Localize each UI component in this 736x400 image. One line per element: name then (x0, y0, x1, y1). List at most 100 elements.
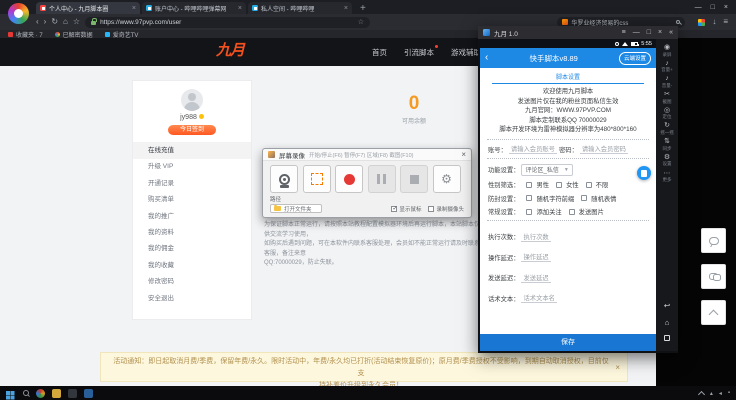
android-home-icon[interactable]: ⌂ (665, 318, 670, 327)
qq-contact-button[interactable] (701, 228, 726, 253)
account-input[interactable]: 请输入会员账号 (508, 144, 557, 155)
script-header: ‹ 快手脚本v8.89 云端设置 (480, 48, 656, 68)
camera-checkbox[interactable]: 录制摄像头 (428, 205, 464, 213)
android-recents-icon[interactable] (663, 335, 670, 341)
menu-item-logout[interactable]: 安全退出 (133, 291, 251, 307)
checkbox-female[interactable] (556, 181, 563, 188)
url-favorite-icon[interactable]: ☆ (358, 18, 364, 26)
menu-item-my-promotion[interactable]: 我的推广 (133, 209, 251, 225)
checkbox-follow[interactable] (526, 208, 533, 215)
back-to-top-button[interactable] (701, 300, 726, 325)
checkbox-male[interactable] (526, 181, 533, 188)
tab1-close-icon[interactable]: × (132, 5, 136, 12)
checkbox-random-emoji[interactable] (581, 195, 588, 202)
open-folder-button[interactable]: 打开文件夹 (270, 204, 322, 213)
app-menu-icon[interactable]: ≡ (622, 29, 626, 36)
menu-item-my-favorites[interactable]: 我的收藏 (133, 258, 251, 274)
search-icon[interactable] (675, 19, 681, 25)
back-arrow-icon[interactable]: ‹ (485, 53, 488, 63)
reload-icon[interactable]: ↻ (51, 18, 58, 26)
cloud-settings-button[interactable]: 云端设置 (618, 51, 651, 65)
recorder-close-icon[interactable]: × (461, 150, 466, 159)
tool-settings[interactable]: ⚙ 设置 (663, 154, 672, 167)
tray-volume-icon[interactable]: ◂ (719, 390, 722, 397)
welcome-line: 欢迎使用九月脚本 (542, 88, 594, 95)
url-text[interactable]: https://www.97pvp.com/user (100, 19, 181, 26)
tool-volume-down[interactable]: ♪ 音量- (662, 75, 673, 88)
tool-more[interactable]: ⋯ 更多 (663, 170, 672, 183)
download-icon[interactable]: ↓ (712, 18, 716, 26)
mouse-checkbox[interactable]: ✓ 显示鼠标 (391, 205, 421, 213)
tray-network-icon[interactable]: ▴ (710, 390, 713, 397)
taskbar-app-icon[interactable] (83, 388, 93, 398)
back-icon[interactable]: ‹ (36, 18, 39, 26)
app-title-bar[interactable]: 九月 1.0 ≡ — □ × « (478, 26, 678, 39)
tool-screenshot[interactable]: ✂ 截图 (663, 91, 672, 104)
checkbox-send-image[interactable] (568, 208, 575, 215)
floating-assistant-button[interactable] (637, 166, 651, 180)
checkbox-random-prefix[interactable] (526, 195, 533, 202)
nav-home[interactable]: 首页 (372, 47, 387, 58)
save-button[interactable]: 保存 (480, 334, 656, 351)
checkbox-any-gender[interactable] (585, 181, 592, 188)
tab2-close-icon[interactable]: × (238, 5, 242, 12)
browser-maximize-button[interactable]: □ (711, 4, 715, 11)
op-delay-input[interactable]: 操作延迟 (521, 252, 551, 263)
tool-shake[interactable]: ↻ 摇一摇 (660, 122, 674, 135)
menu-item-change-password[interactable]: 修改密码 (133, 274, 251, 290)
nav-game-assist[interactable]: 游戏辅助 (451, 47, 481, 58)
gear-icon: ⚙ (441, 172, 452, 186)
record-button[interactable] (335, 165, 363, 193)
daily-signin-button[interactable]: 今日签到 (168, 125, 216, 135)
speech-text-input[interactable]: 话术文本名 (521, 293, 557, 304)
recorder-title-bar[interactable]: 屏幕录像 开始/停止(F6) 暂停(F7) 区域(F8) 截图(F10) × (263, 149, 471, 161)
browser-minimize-button[interactable]: — (695, 4, 702, 11)
password-input[interactable]: 请输入会员密码 (579, 144, 628, 155)
home-icon[interactable]: ⌂ (63, 18, 68, 26)
wechat-contact-button[interactable] (701, 264, 726, 289)
browser-tab-2[interactable]: 账户中心 - 哔哩哔哩弹幕网 × (142, 2, 246, 14)
forward-icon[interactable]: › (44, 18, 47, 26)
android-back-icon[interactable]: ↩ (664, 302, 670, 310)
notice-close-icon[interactable]: × (615, 362, 620, 374)
app-close-button[interactable]: × (658, 29, 662, 36)
site-logo[interactable]: 九月 (216, 39, 245, 60)
menu-item-my-commission[interactable]: 我的佣金 (133, 241, 251, 257)
menu-item-upgrade-vip[interactable]: 升级 VIP (133, 159, 251, 175)
tab3-close-icon[interactable]: × (344, 5, 348, 12)
apps-grid-icon[interactable] (698, 18, 706, 26)
bookmark-star-icon[interactable]: ☆ (73, 18, 80, 26)
browser-tab-1[interactable]: 个人中心 - 九月脚本圈 × (36, 2, 140, 14)
taskbar-app-icon[interactable] (67, 388, 77, 398)
recorder-settings-button[interactable]: ⚙ (432, 165, 461, 193)
taskbar-browser-icon[interactable] (35, 388, 45, 398)
new-tab-button[interactable]: + (360, 3, 366, 14)
browser-close-button[interactable]: × (724, 4, 728, 11)
nav-scripts[interactable]: 引流脚本 (404, 44, 438, 58)
tool-volume-up[interactable]: ♪ 音量+ (661, 60, 673, 73)
menu-item-recharge[interactable]: 在线充值 (133, 143, 251, 160)
menu-item-my-profile[interactable]: 我的资料 (133, 225, 251, 241)
tool-sync[interactable]: ⇅ 同步 (663, 138, 672, 151)
tray-battery-icon[interactable]: ▪ (728, 390, 730, 396)
menu-icon[interactable]: ≡ (723, 18, 728, 26)
tray-chevron-up-icon[interactable] (697, 390, 705, 398)
tool-location[interactable]: ◎ 定位 (663, 107, 672, 120)
menu-item-activation-records[interactable]: 开通记录 (133, 176, 251, 192)
function-select[interactable]: 评论区_私信 ▼ (521, 163, 573, 176)
send-delay-input[interactable]: 发送延迟 (521, 273, 551, 283)
browser-tab-3[interactable]: 私人空间 - 哔哩哔哩 × (248, 2, 352, 14)
app-collapse-icon[interactable]: « (669, 29, 673, 36)
exec-count-input[interactable]: 执行次数 (521, 232, 551, 242)
menu-item-purchase-list[interactable]: 购买清单 (133, 192, 251, 208)
taskbar-search-icon[interactable] (22, 390, 29, 396)
url-bar[interactable]: https://www.97pvp.com/user ☆ (85, 16, 371, 28)
browser-logo-icon[interactable] (8, 3, 29, 24)
start-button-icon[interactable] (6, 391, 10, 395)
select-region-button[interactable] (302, 165, 331, 193)
app-maximize-button[interactable]: □ (647, 29, 651, 36)
taskbar-folder-icon[interactable] (51, 388, 61, 398)
tool-record[interactable]: ◉ 录屏 (663, 44, 672, 57)
webcam-button[interactable] (270, 165, 298, 193)
app-minimize-button[interactable]: — (633, 29, 640, 36)
